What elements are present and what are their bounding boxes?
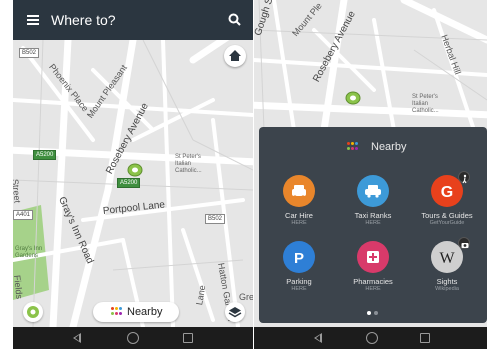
locate-me-button[interactable] [23, 302, 43, 322]
category-source: HERE [365, 220, 381, 226]
where-to-search-field[interactable]: Where to? [51, 12, 116, 28]
category-source: HERE [291, 220, 307, 226]
nearby-button[interactable]: Nearby [93, 302, 179, 322]
road-shield-a401: A401 [13, 210, 34, 220]
category-pharmacies[interactable]: Pharmacies HERE [338, 241, 408, 299]
map-view[interactable]: B502 A5200 A5200 A401 B502 Phoenix Place… [13, 0, 253, 327]
pharmacy-icon [357, 241, 389, 273]
map-label-grays-inn-gardens: Gray's Inn Gardens [15, 246, 43, 259]
car-hire-icon [283, 175, 315, 207]
road-shield-a5200-b: A5200 [117, 178, 141, 188]
taxi-icon [357, 175, 389, 207]
category-name: Taxi Ranks [354, 211, 392, 220]
page-indicator [259, 311, 487, 317]
nearby-panel-title: Nearby [371, 141, 407, 153]
category-tours-guides[interactable]: G Tours & Guides GetYourGuide [412, 171, 482, 233]
right-screen: Gough Street Mount Ple Rosebery Avenue H… [254, 0, 487, 349]
category-source: HERE [291, 286, 307, 292]
parking-icon: P [283, 241, 315, 273]
nearby-panel-header: Nearby [259, 139, 487, 155]
back-icon[interactable] [314, 333, 322, 343]
current-location-pin-icon[interactable] [127, 163, 143, 177]
map-layers-button[interactable] [225, 302, 245, 322]
search-icon[interactable] [228, 13, 241, 26]
home-nav-icon[interactable] [127, 332, 139, 344]
left-screen: B502 A5200 A5200 A401 B502 Phoenix Place… [13, 0, 253, 349]
category-name: Parking [286, 277, 312, 286]
category-sights[interactable]: W Sights Wikipedia [412, 237, 482, 299]
nearby-button-label: Nearby [127, 306, 163, 318]
locate-icon [27, 306, 39, 318]
home-icon [229, 50, 241, 61]
category-parking[interactable]: P Parking HERE [264, 241, 334, 299]
android-nav-bar [13, 327, 253, 349]
road-shield-b502-b: B502 [205, 214, 226, 224]
recent-apps-icon[interactable] [183, 333, 193, 343]
svg-text:G: G [441, 184, 453, 201]
map-label-gre: Gre [239, 292, 253, 302]
current-location-pin-icon-right[interactable] [345, 91, 361, 105]
nearby-panel: Nearby Car Hire HERE Taxi Ranks HERE G T… [259, 127, 487, 323]
road-shield-a5200: A5200 [33, 150, 57, 160]
nearby-dots-icon [111, 307, 123, 317]
road-shield-b502: B502 [19, 48, 40, 58]
camera-badge-icon [458, 237, 470, 249]
recent-apps-icon[interactable] [420, 333, 430, 343]
map-label-st-peters: St Peter's Italian Catholic... [175, 154, 202, 174]
category-name: Car Hire [285, 211, 313, 220]
svg-text:P: P [294, 250, 304, 267]
category-car-hire[interactable]: Car Hire HERE [264, 175, 334, 233]
category-source: HERE [365, 286, 381, 292]
category-name: Tours & Guides [421, 211, 473, 220]
home-button[interactable] [224, 45, 246, 67]
page-dot-active [367, 311, 371, 315]
back-icon[interactable] [73, 333, 81, 343]
category-name: Sights [436, 277, 458, 286]
top-bar: Where to? [13, 0, 253, 40]
android-nav-bar-right [254, 327, 487, 349]
nearby-dots-icon-panel [347, 142, 359, 152]
home-nav-icon[interactable] [366, 332, 378, 344]
category-source: Wikipedia [435, 286, 459, 292]
map-label-st-peters-right: St Peter's Italian Catholic... [412, 94, 439, 114]
category-source: GetYourGuide [429, 220, 465, 226]
svg-text:W: W [439, 250, 455, 267]
menu-icon[interactable] [27, 15, 39, 25]
layers-icon [228, 307, 242, 318]
category-taxi-ranks[interactable]: Taxi Ranks HERE [338, 175, 408, 233]
category-name: Pharmacies [353, 277, 393, 286]
page-dot[interactable] [374, 311, 378, 315]
walking-badge-icon [458, 171, 470, 184]
